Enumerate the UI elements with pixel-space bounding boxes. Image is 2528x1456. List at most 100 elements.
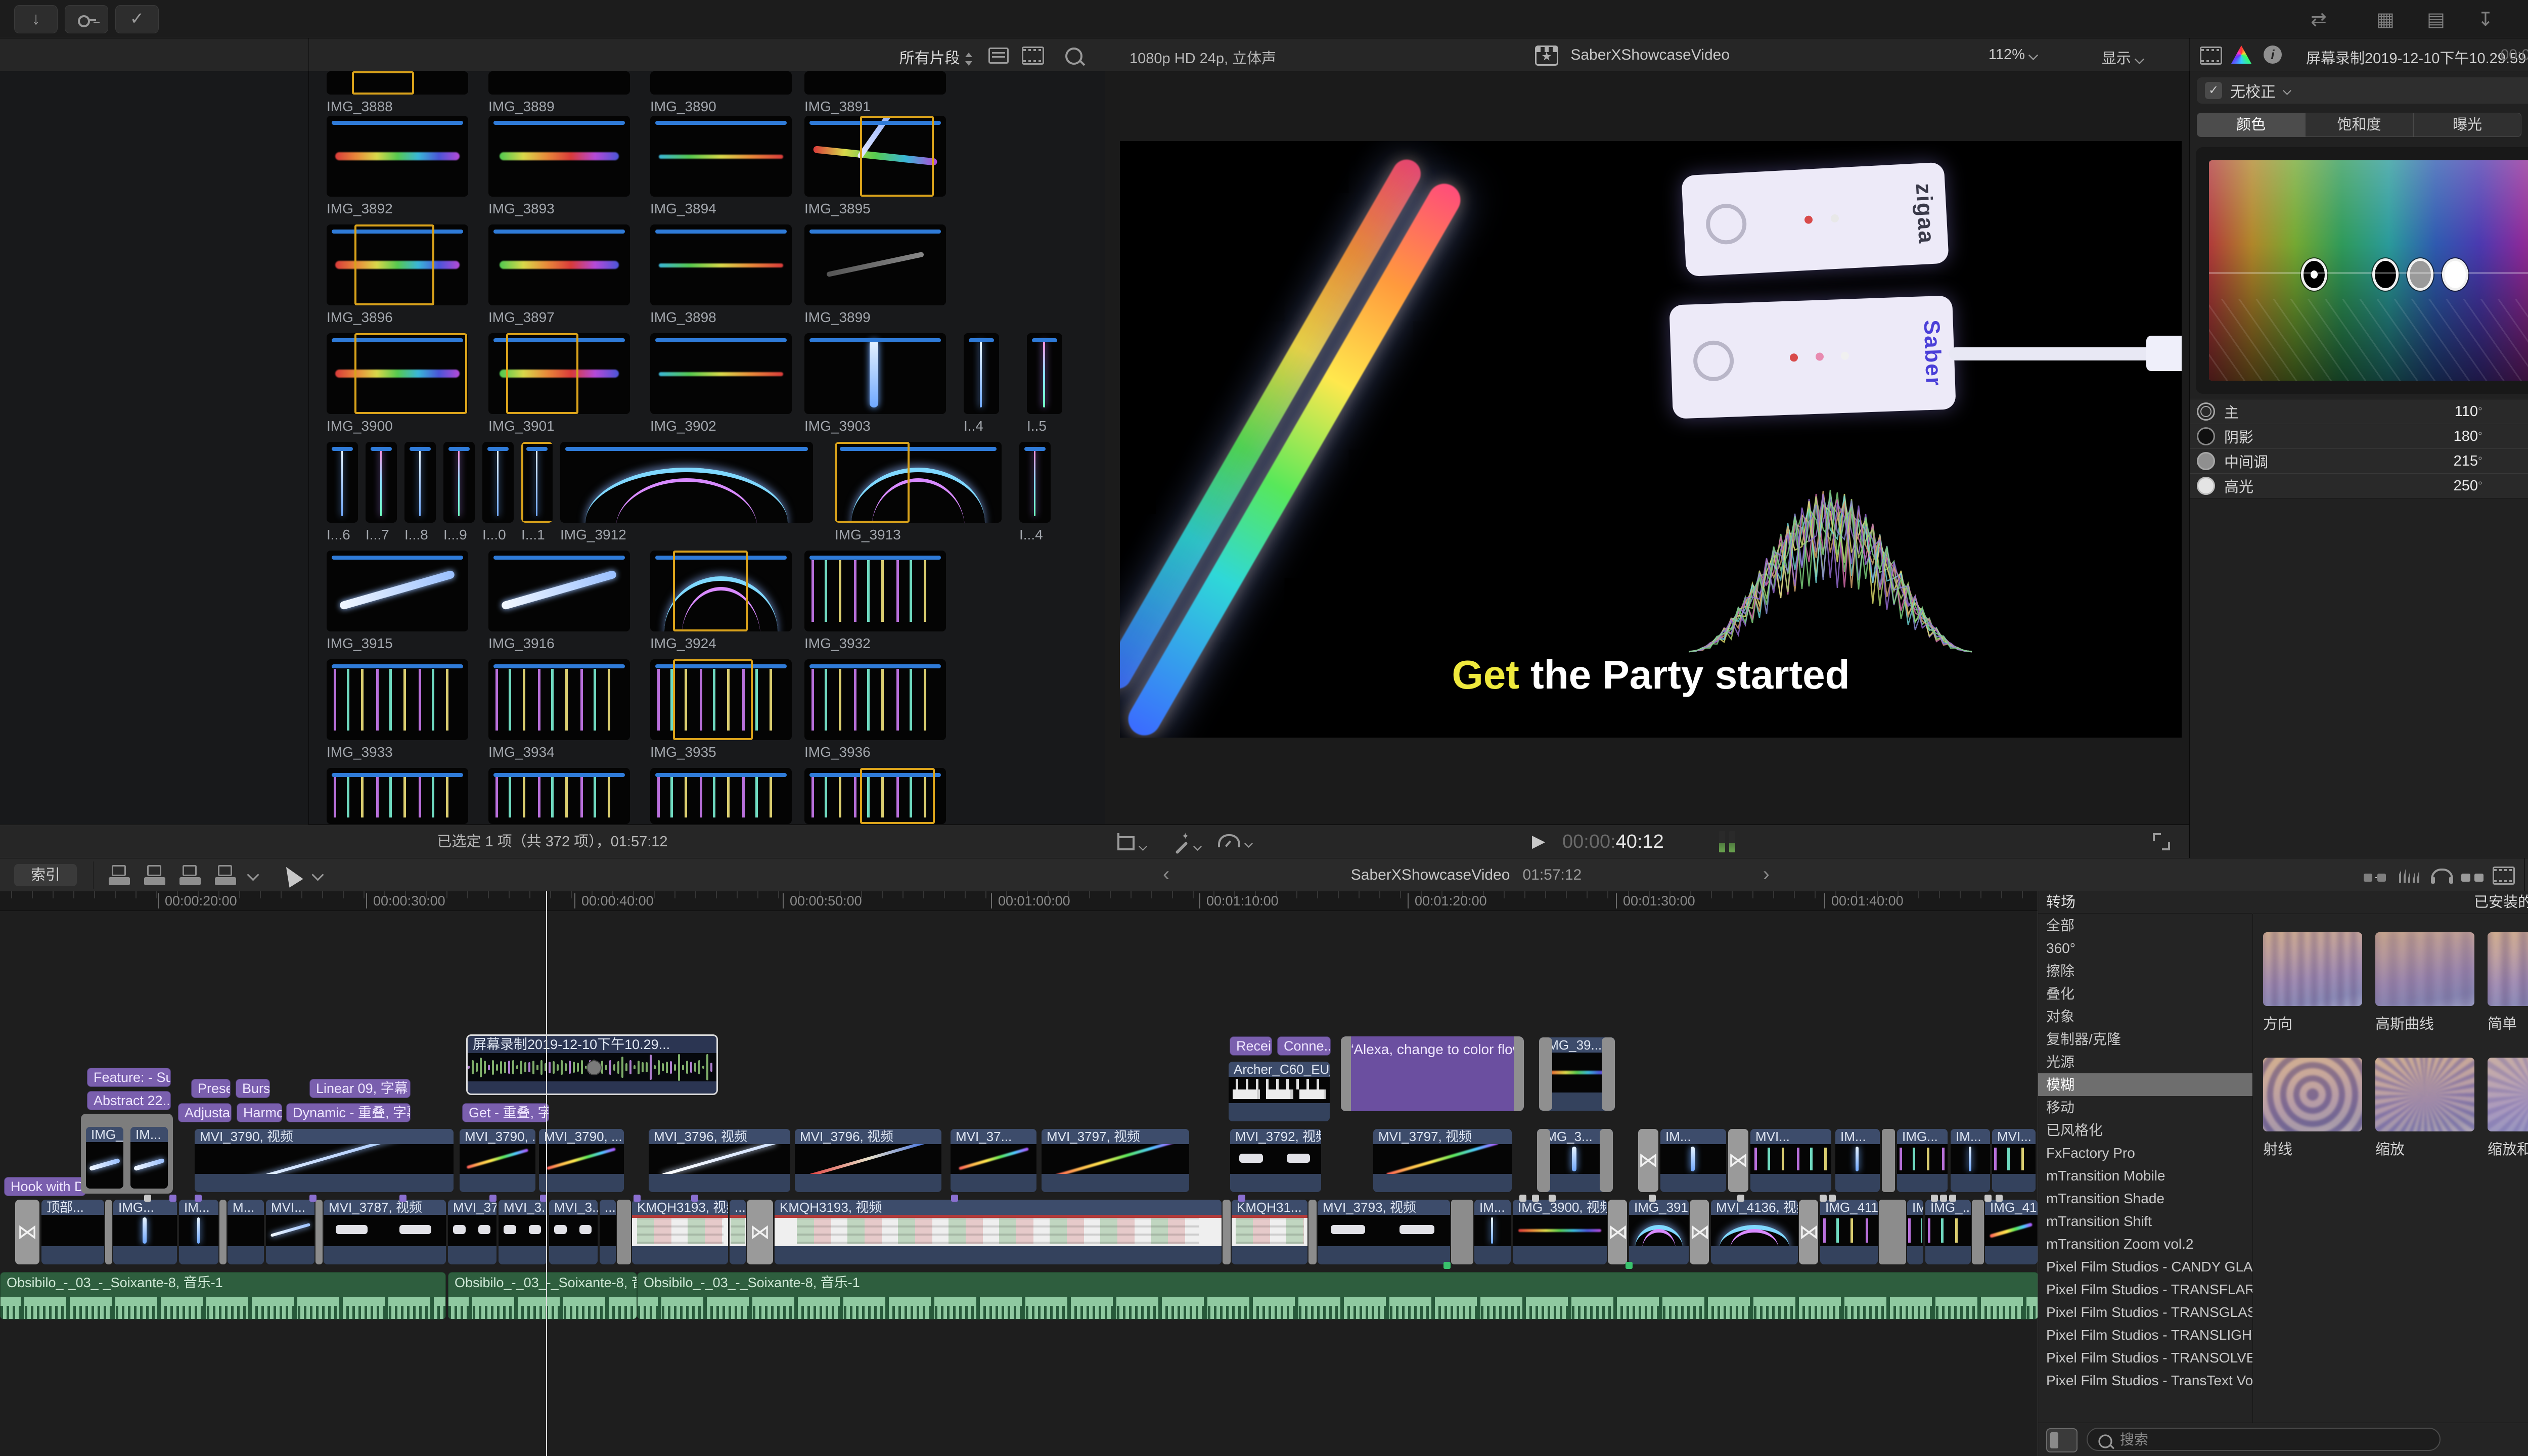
marker[interactable]	[634, 1195, 641, 1202]
trim-handle-left[interactable]	[1539, 1037, 1552, 1111]
timeline-video-clip[interactable]: MVI_3796, 视频	[795, 1129, 941, 1192]
timeline-video-clip[interactable]: IMG_3900, 视频	[1513, 1200, 1607, 1264]
overwrite-edit-icon[interactable]	[215, 865, 243, 885]
timeline-video-clip[interactable]: IMG_...	[86, 1127, 123, 1189]
timeline-title-clip[interactable]: Dynamic - 重叠, 字幕	[286, 1103, 411, 1122]
color-puck-mid[interactable]	[2407, 258, 2433, 291]
solo-headphones-icon[interactable]	[2431, 868, 2453, 887]
arrow-tool-icon[interactable]	[279, 862, 303, 888]
edit-options-chevron[interactable]	[247, 869, 259, 881]
clip-thumbnail[interactable]	[650, 333, 792, 414]
color-puck-shadow[interactable]	[2372, 258, 2399, 291]
clip-thumbnail[interactable]	[650, 768, 792, 824]
marker[interactable]	[1737, 1195, 1744, 1202]
transition-clip[interactable]: ⋈	[747, 1200, 773, 1264]
viewer-zoom-dropdown[interactable]: 112%	[1989, 47, 2039, 63]
clip-thumbnail[interactable]	[560, 442, 813, 523]
timeline-video-clip[interactable]: IMG...	[113, 1200, 177, 1264]
timeline-video-clip[interactable]: MVI_3787, 视频	[324, 1200, 446, 1264]
transition-placeholder[interactable]	[105, 1200, 112, 1264]
clip-thumbnail[interactable]	[650, 224, 792, 305]
transition-clip[interactable]: ⋈	[1608, 1200, 1628, 1264]
clip-thumbnail[interactable]	[488, 659, 630, 740]
color-slider-row[interactable]: 中间调215°0%	[2190, 448, 2528, 473]
transitions-category[interactable]: Pixel Film Studios - TRANSFLARE	[2038, 1278, 2252, 1301]
timeline-project-title[interactable]: SaberXShowcaseVideo	[1351, 867, 1510, 883]
play-button[interactable]: ▶	[1532, 831, 1545, 851]
tab-exposure[interactable]: 曝光	[2413, 113, 2521, 137]
timeline-video-clip[interactable]: MVI...	[266, 1200, 314, 1264]
transitions-category[interactable]: 全部	[2038, 914, 2252, 937]
clip-thumbnail[interactable]	[327, 768, 468, 824]
transition-placeholder[interactable]	[1223, 1200, 1231, 1264]
timeline-title-clip[interactable]: Harmo...	[237, 1103, 282, 1122]
clip-thumbnail[interactable]	[804, 71, 946, 95]
clip-thumbnail[interactable]	[488, 333, 630, 414]
clip-thumbnail[interactable]	[804, 768, 946, 824]
timeline-video-clip[interactable]: IMG_391...	[1629, 1200, 1689, 1264]
clip-thumbnail[interactable]	[964, 333, 999, 414]
clip-thumbnail[interactable]	[804, 333, 946, 414]
marker[interactable]	[1931, 1195, 1938, 1202]
transitions-category[interactable]: 擦除	[2038, 960, 2252, 982]
timeline-title-clip[interactable]: Recei...	[1230, 1036, 1272, 1056]
timeline-video-clip[interactable]: IMG_3...	[1537, 1129, 1613, 1192]
panel-sidebar-toggle[interactable]	[2046, 1428, 2078, 1452]
clip-thumbnail[interactable]	[650, 659, 792, 740]
timeline-video-clip[interactable]: KMQH3193, 视频	[775, 1200, 1222, 1264]
clip-thumbnail[interactable]	[1019, 442, 1051, 523]
insert-edit-icon[interactable]	[144, 865, 172, 885]
transition-thumbnail[interactable]	[2488, 932, 2528, 1006]
check-button[interactable]: ✓	[115, 5, 159, 33]
timeline-title-clip-selected[interactable]: “Alexa, change to color flow” -...	[1341, 1036, 1524, 1111]
timeline-video-clip[interactable]: M...	[228, 1200, 264, 1264]
transition-placeholder[interactable]	[219, 1200, 227, 1264]
nav-back-icon[interactable]: ‹	[1163, 858, 1169, 890]
color-puck-high[interactable]	[2442, 258, 2468, 291]
clip-thumbnail[interactable]	[804, 116, 946, 197]
clip-thumbnail[interactable]	[650, 116, 792, 197]
timeline-video-clip[interactable]: ...	[730, 1200, 746, 1264]
transitions-category[interactable]: Pixel Film Studios - CANDY GLASS	[2038, 1255, 2252, 1278]
timeline-video-clip[interactable]: Archer_C60_EU_3...	[1229, 1062, 1330, 1121]
marker[interactable]	[1820, 1195, 1827, 1202]
clip-thumbnail[interactable]	[327, 116, 468, 197]
color-slider-row[interactable]: 高光250°0%	[2190, 473, 2528, 498]
timeline-title-clip[interactable]: Prese...	[191, 1079, 231, 1098]
transitions-category[interactable]: 已风格化	[2038, 1119, 2252, 1142]
timeline-video-clip[interactable]: MVI_3793, 视频	[1318, 1200, 1450, 1264]
tab-color[interactable]: 颜色	[2197, 113, 2305, 137]
transitions-category[interactable]: 叠化	[2038, 982, 2252, 1005]
timeline-video-clip[interactable]: IM...	[179, 1200, 218, 1264]
timeline-title-clip[interactable]: Feature: - Su...	[87, 1068, 171, 1087]
clip-thumbnail[interactable]	[804, 659, 946, 740]
grid-icon[interactable]: ▦	[2376, 8, 2395, 31]
timeline-video-clip[interactable]: MVI_3790, ...	[539, 1129, 624, 1192]
transition-clip[interactable]: ⋈	[1799, 1200, 1819, 1264]
timeline-video-clip[interactable]: MVI_3...	[549, 1200, 598, 1264]
music-clip[interactable]: Obsibilo_-_03_-_Soixante-8, 音乐-1	[0, 1272, 446, 1320]
marker[interactable]	[1519, 1195, 1526, 1202]
correction-checkbox[interactable]: ✓	[2205, 82, 2222, 99]
transition-thumbnail[interactable]	[2488, 1058, 2528, 1131]
transitions-category[interactable]: Pixel Film Studios - TransText Volu...	[2038, 1369, 2252, 1392]
clip-thumbnail[interactable]	[327, 659, 468, 740]
trim-handle-left[interactable]	[1341, 1036, 1351, 1111]
transitions-category[interactable]: mTransition Shade	[2038, 1187, 2252, 1210]
index-button[interactable]: 索引	[14, 864, 77, 886]
transitions-category[interactable]: Pixel Film Studios - TRANSOLVE	[2038, 1346, 2252, 1369]
timeline-video-clip[interactable]: MVI_3797, 视频	[1373, 1129, 1512, 1192]
marker[interactable]	[169, 1195, 176, 1202]
transition-thumbnail[interactable]	[2263, 1058, 2362, 1131]
music-clip[interactable]: Obsibilo_-_03_-_Soixante-8, 音乐-1	[448, 1272, 637, 1320]
timeline-title-clip[interactable]: Abstract 22...	[87, 1091, 171, 1110]
marker[interactable]	[1829, 1195, 1836, 1202]
list-view-icon[interactable]	[988, 48, 1009, 67]
transitions-category[interactable]: 移动	[2038, 1096, 2252, 1119]
timeline-title-clip[interactable]: Conne...	[1277, 1036, 1331, 1056]
append-edit-icon[interactable]	[179, 865, 208, 885]
timeline-video-clip[interactable]: MVI_3787...	[448, 1200, 496, 1264]
timeline-video-clip[interactable]: MVI_3792, 视频	[1230, 1129, 1321, 1192]
crop-tool-dropdown[interactable]	[1117, 833, 1147, 854]
transitions-category[interactable]: FxFactory Pro	[2038, 1142, 2252, 1164]
